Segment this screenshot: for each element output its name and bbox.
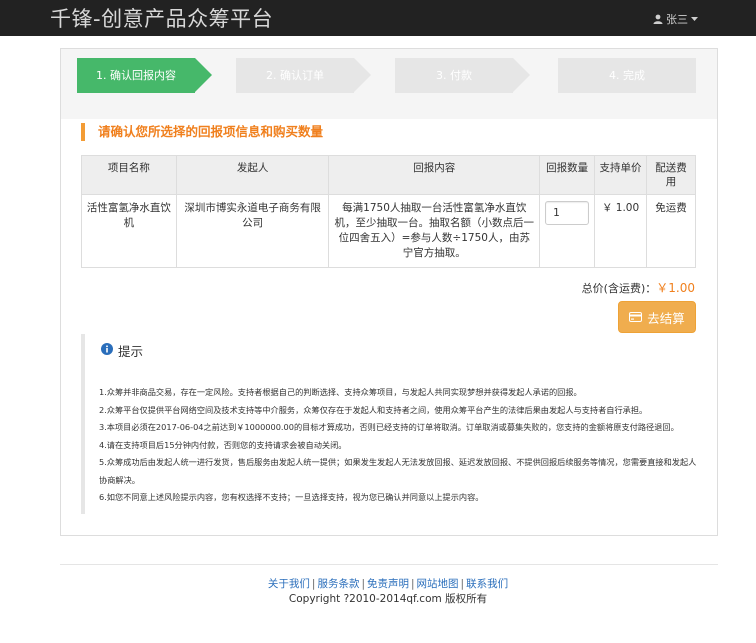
progress-steps: 1. 确认回报内容 2. 确认订单 3. 付款 4. 完成 (61, 49, 717, 119)
tips-box: 提示 1.众筹并非商品交易，存在一定风险。支持者根据自己的判断选择、支持众筹项目… (81, 334, 696, 514)
step-complete: 4. 完成 (558, 58, 696, 93)
tips-heading: 提示 (101, 341, 143, 360)
footer-link-about[interactable]: 关于我们 (268, 578, 310, 590)
table-row: 活性富氢净水直饮机 深圳市博实永道电子商务有限公司 每满1750人抽取一台活性富… (81, 194, 696, 268)
cell-shipping: 免运费 (646, 194, 696, 268)
tip-item: 4.请在支持项目后15分钟内付款，否则您的支持请求会被自动关闭。 (99, 439, 347, 450)
top-navbar: 千锋-创意产品众筹平台 张三 (0, 0, 756, 36)
footer-link-contact[interactable]: 联系我们 (466, 578, 508, 590)
brand-title[interactable]: 千锋-创意产品众筹平台 (50, 3, 273, 33)
column-header-quantity: 回报数量 (539, 155, 596, 195)
tip-item: 1.众筹并非商品交易，存在一定风险。支持者根据自己的判断选择、支持众筹项目，与发… (99, 387, 582, 397)
step-label: 2. 确认订单 (266, 69, 324, 82)
step-arrow (513, 58, 530, 92)
total-amount: ￥1.00 (656, 281, 695, 295)
quantity-input[interactable] (545, 201, 590, 225)
footer-link-terms[interactable]: 服务条款 (317, 578, 359, 590)
total-price: 总价(含运费)：￥1.00 (582, 279, 695, 296)
footer-divider (60, 564, 718, 565)
section-title: 请确认您所选择的回报项信息和购买数量 (81, 123, 323, 141)
tip-item: 2.众筹平台仅提供平台网络空间及技术支持等中介服务，众筹仅存在于发起人和支持者之… (99, 404, 648, 415)
column-header-reward-content: 回报内容 (328, 155, 541, 195)
user-icon (653, 14, 663, 24)
step-arrow (354, 58, 371, 92)
info-icon (101, 343, 113, 358)
cell-initiator: 深圳市博实永道电子商务有限公司 (175, 194, 330, 268)
footer-links: 关于我们 | 服务条款 | 免责声明 | 网站地图 | 联系我们 (267, 578, 509, 590)
tip-item: 3.本项目必须在2017-06-04之前达到￥1000000.00的目标才算成功… (99, 422, 679, 432)
checkout-label: 去结算 (647, 310, 685, 326)
step-payment: 3. 付款 (395, 58, 530, 93)
user-name: 张三 (666, 13, 688, 26)
step-arrow (195, 58, 212, 92)
reward-table: 项目名称 发起人 回报内容 回报数量 支持单价 配送费用 活性富氢净水直饮机 深… (81, 155, 696, 268)
user-menu[interactable]: 张三 (653, 11, 698, 27)
step-label: 4. 完成 (609, 69, 645, 82)
step-label: 3. 付款 (436, 69, 472, 82)
cell-unit-price: ￥ 1.00 (594, 194, 648, 268)
copyright: Copyright ?2010-2014qf.com 版权所有 (288, 593, 488, 605)
step-confirm-reward: 1. 确认回报内容 (77, 58, 212, 93)
caret-down-icon (691, 16, 698, 22)
column-header-unit-price: 支持单价 (594, 155, 648, 195)
checkout-button[interactable]: 去结算 (618, 301, 696, 333)
total-label: 总价(含运费)： (581, 282, 657, 295)
cell-quantity (539, 194, 596, 268)
tip-item: 6.如您不同意上述风险提示内容，您有权选择不支持；一旦选择支持，视为您已确认并同… (99, 492, 484, 502)
cell-project-name: 活性富氢净水直饮机 (81, 194, 177, 268)
table-header-row: 项目名称 发起人 回报内容 回报数量 支持单价 配送费用 (81, 155, 696, 195)
footer-link-sitemap[interactable]: 网站地图 (417, 578, 459, 590)
column-header-shipping: 配送费用 (646, 155, 696, 195)
step-label: 1. 确认回报内容 (96, 69, 176, 82)
column-header-project: 项目名称 (81, 155, 177, 195)
footer-link-disclaimer[interactable]: 免责声明 (367, 578, 409, 590)
cell-reward-content: 每满1750人抽取一台活性富氢净水直饮机，至少抽取一台。抽取名额（小数点后一位四… (328, 194, 541, 268)
main-panel: 1. 确认回报内容 2. 确认订单 3. 付款 4. 完成 请确认您所选择的回报… (60, 48, 718, 536)
tip-item: 5.众筹成功后由发起人统一进行发货，售后服务由发起人统一提供；如果发生发起人无法… (99, 457, 697, 485)
credit-card-icon (629, 310, 643, 325)
column-header-initiator: 发起人 (175, 155, 330, 195)
tips-list: 1.众筹并非商品交易，存在一定风险。支持者根据自己的判断选择、支持众筹项目，与发… (99, 384, 697, 507)
step-confirm-order: 2. 确认订单 (236, 58, 371, 93)
tips-title: 提示 (118, 344, 144, 359)
